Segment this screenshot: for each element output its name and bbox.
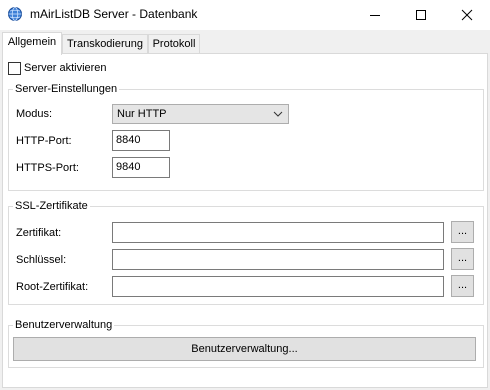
minimize-button[interactable]	[352, 0, 398, 30]
server-enabled-label[interactable]: Server aktivieren	[24, 61, 107, 75]
mode-select[interactable]: Nur HTTP	[112, 104, 289, 124]
window-title: mAirListDB Server - Datenbank	[30, 7, 198, 21]
http-port-label: HTTP-Port:	[16, 135, 72, 147]
server-enabled-checkbox[interactable]	[8, 62, 21, 75]
tab-general[interactable]: Allgemein	[2, 32, 62, 55]
tab-transcoding[interactable]: Transkodierung	[62, 34, 148, 54]
root-certificate-label: Root-Zertifikat:	[16, 281, 89, 293]
key-label: Schlüssel:	[16, 254, 67, 266]
title-bar: mAirListDB Server - Datenbank	[0, 0, 490, 30]
close-button[interactable]	[444, 0, 490, 30]
close-icon	[461, 9, 473, 21]
globe-icon	[7, 6, 23, 22]
maximize-button[interactable]	[398, 0, 444, 30]
certificate-input[interactable]	[112, 222, 444, 243]
user-management-button[interactable]: Benutzerverwaltung...	[13, 337, 476, 361]
certificate-browse-button[interactable]: ...	[451, 221, 474, 243]
server-settings-title: Server-Einstellungen	[13, 83, 120, 96]
key-browse-button[interactable]: ...	[451, 248, 474, 270]
root-certificate-input[interactable]	[112, 276, 444, 297]
minimize-icon	[370, 15, 380, 16]
root-certificate-browse-button[interactable]: ...	[451, 275, 474, 297]
maximize-icon	[416, 10, 426, 20]
http-port-input[interactable]: 8840	[112, 130, 170, 151]
key-input[interactable]	[112, 249, 444, 270]
https-port-input[interactable]: 9840	[112, 157, 170, 178]
https-port-label: HTTPS-Port:	[16, 162, 79, 174]
certificate-label: Zertifikat:	[16, 227, 62, 239]
ssl-title: SSL-Zertifikate	[13, 200, 90, 213]
mode-select-value: Nur HTTP	[117, 108, 167, 120]
mode-label: Modus:	[16, 108, 53, 120]
user-management-title: Benutzerverwaltung	[13, 319, 115, 332]
chevron-down-icon	[273, 105, 283, 129]
tab-protocol[interactable]: Protokoll	[148, 34, 200, 54]
